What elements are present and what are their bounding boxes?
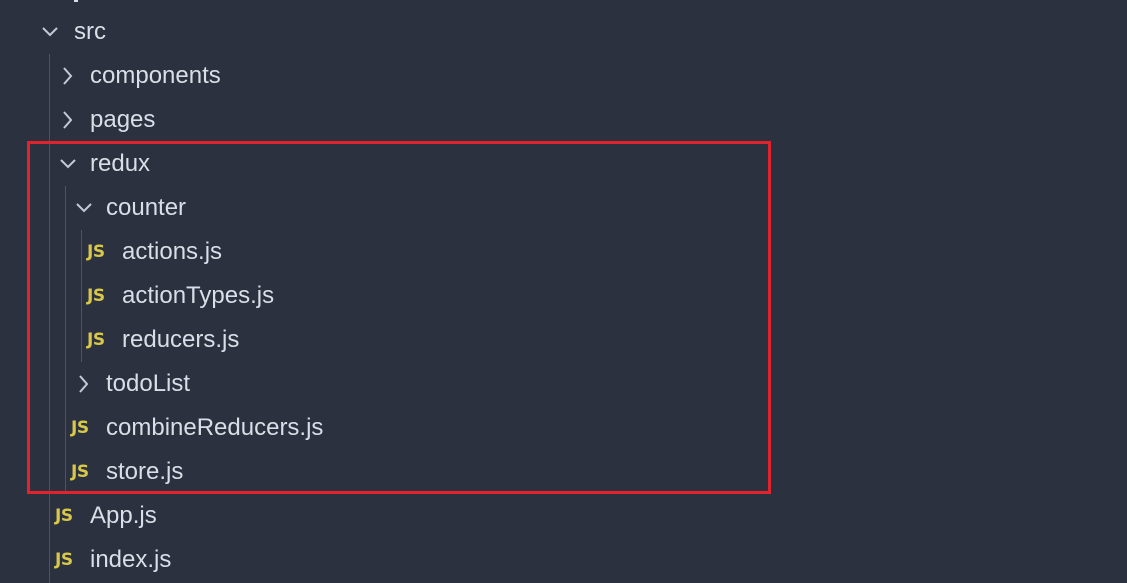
tree-item-label: actions.js	[122, 238, 223, 265]
tree-item-label: todoList	[106, 370, 191, 397]
js-file-icon: JS	[87, 330, 105, 350]
tree-file-app-js[interactable]: JS App.js	[0, 494, 1127, 538]
tree-item-label: combineReducers.js	[106, 414, 324, 441]
tree-item-label: src	[74, 18, 106, 45]
chevron-right-icon	[74, 373, 94, 395]
tree-folder-pages[interactable]: pages	[0, 98, 1127, 142]
js-file-icon: JS	[55, 550, 73, 570]
chevron-right-icon	[58, 109, 78, 131]
js-file-icon: JS	[87, 286, 105, 306]
js-file-icon: JS	[71, 462, 89, 482]
chevron-down-icon	[40, 21, 60, 43]
js-file-icon: JS	[71, 418, 89, 438]
tree-folder-src[interactable]: src	[0, 10, 1127, 54]
tree-item-label: redux	[90, 150, 151, 177]
tree-item-label: store.js	[106, 458, 184, 485]
clipped-item-fragment	[74, 0, 78, 2]
tree-item-label: pages	[90, 106, 156, 133]
tree-folder-components[interactable]: components	[0, 54, 1127, 98]
file-explorer: src components pages redux counter JS ac…	[0, 0, 1127, 583]
tree-item-label: actionTypes.js	[122, 282, 275, 309]
tree-folder-todolist[interactable]: todoList	[0, 362, 1127, 406]
tree-item-label: index.js	[90, 546, 172, 573]
js-file-icon: JS	[55, 506, 73, 526]
chevron-right-icon	[58, 65, 78, 87]
tree-folder-counter[interactable]: counter	[0, 186, 1127, 230]
tree-file-reducers-js[interactable]: JS reducers.js	[0, 318, 1127, 362]
tree-file-combinereducers-js[interactable]: JS combineReducers.js	[0, 406, 1127, 450]
tree-folder-redux[interactable]: redux	[0, 142, 1127, 186]
tree-item-label: counter	[106, 194, 187, 221]
tree-file-index-js[interactable]: JS index.js	[0, 538, 1127, 582]
tree-file-actions-js[interactable]: JS actions.js	[0, 230, 1127, 274]
chevron-down-icon	[58, 153, 78, 175]
tree-item-label: reducers.js	[122, 326, 240, 353]
tree-item-label: components	[90, 62, 221, 89]
js-file-icon: JS	[87, 242, 105, 262]
tree-file-actiontypes-js[interactable]: JS actionTypes.js	[0, 274, 1127, 318]
tree-item-label: App.js	[90, 502, 157, 529]
chevron-down-icon	[74, 197, 94, 219]
tree-file-store-js[interactable]: JS store.js	[0, 450, 1127, 494]
